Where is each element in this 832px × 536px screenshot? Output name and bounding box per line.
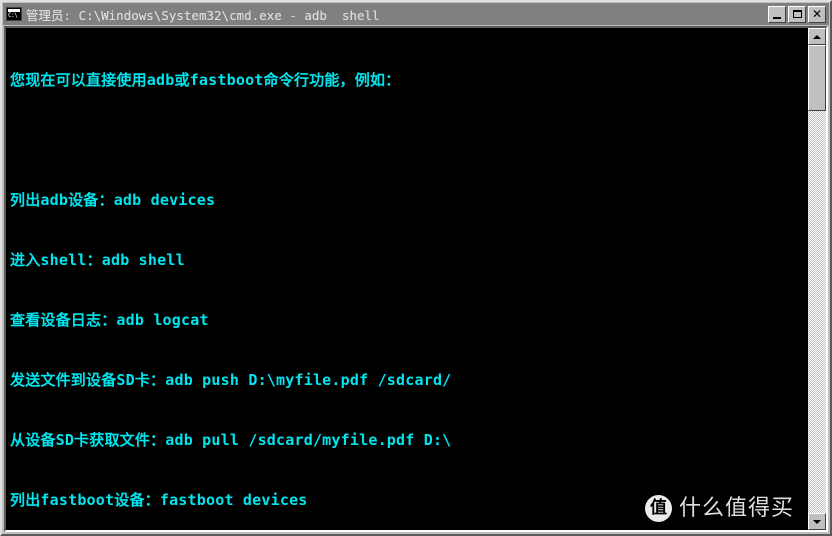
close-button[interactable]: ✕: [808, 5, 826, 23]
cmd-icon-label: C:\: [8, 12, 18, 19]
console-window: C:\ 管理员: C:\Windows\System32\cmd.exe - a…: [0, 0, 832, 536]
console-line: 从设备SD卡获取文件：adb pull /sdcard/myfile.pdf D…: [10, 431, 452, 449]
vertical-scrollbar[interactable]: [808, 28, 826, 530]
console-line: 列出adb设备：adb devices: [10, 191, 216, 209]
console-line: 进入shell：adb shell: [10, 251, 185, 269]
chevron-down-icon: [813, 519, 821, 524]
chevron-up-icon: [813, 34, 821, 39]
minimize-icon: [773, 16, 781, 19]
scrollbar-track[interactable]: [808, 45, 826, 513]
window-controls: ✕: [768, 5, 827, 23]
console-lines: 您现在可以直接使用adb或fastboot命令行功能，例如： 列出adb设备：a…: [10, 30, 808, 530]
scrollbar-thumb[interactable]: [808, 45, 826, 111]
maximize-button[interactable]: [788, 5, 806, 23]
watermark-badge-icon: 值: [644, 495, 672, 522]
watermark-text: 什么值得买: [678, 495, 794, 521]
client-area: 您现在可以直接使用adb或fastboot命令行功能，例如： 列出adb设备：a…: [4, 26, 828, 532]
cmd-icon: C:\: [6, 7, 22, 21]
title-bar[interactable]: C:\ 管理员: C:\Windows\System32\cmd.exe - a…: [3, 3, 829, 25]
console-output[interactable]: 您现在可以直接使用adb或fastboot命令行功能，例如： 列出adb设备：a…: [6, 28, 808, 530]
close-icon: ✕: [811, 6, 823, 21]
window-title: 管理员: C:\Windows\System32\cmd.exe - adb s…: [26, 7, 380, 23]
console-line: 查看设备日志：adb logcat: [10, 311, 209, 329]
scroll-down-button[interactable]: [808, 513, 826, 530]
scroll-up-button[interactable]: [808, 28, 826, 45]
maximize-icon: [792, 10, 802, 18]
watermark: 值 什么值得买: [644, 495, 794, 522]
minimize-button[interactable]: [768, 5, 786, 23]
console-line: 发送文件到设备SD卡：adb push D:\myfile.pdf /sdcar…: [10, 371, 452, 389]
console-line: 您现在可以直接使用adb或fastboot命令行功能，例如：: [10, 71, 401, 89]
